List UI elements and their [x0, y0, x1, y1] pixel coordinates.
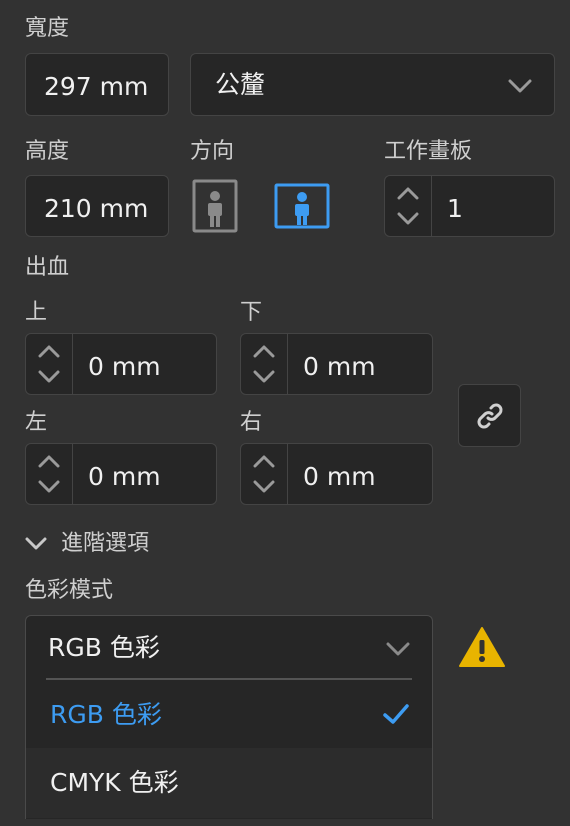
bleed-left-value: 0 mm [88, 462, 161, 491]
bleed-right-stepper[interactable]: 0 mm [240, 443, 433, 505]
landscape-orientation-button[interactable] [274, 183, 330, 229]
advanced-options-label: 進階選項 [61, 531, 150, 556]
color-mode-option-rgb[interactable]: RGB 色彩 [26, 682, 432, 748]
bleed-bottom-value: 0 mm [303, 352, 376, 381]
bleed-right-value: 0 mm [303, 462, 376, 491]
chevron-up-icon[interactable] [38, 454, 60, 468]
chevron-up-icon[interactable] [253, 454, 275, 468]
bleed-label: 出血 [25, 255, 70, 280]
chevron-down-icon[interactable] [253, 480, 275, 494]
height-label: 高度 [25, 139, 70, 164]
size-preset-value: 公釐 [215, 70, 266, 99]
chevron-up-icon[interactable] [38, 344, 60, 358]
dropdown-divider [46, 678, 412, 680]
height-value: 210 mm [44, 194, 149, 223]
orientation-label: 方向 [190, 139, 235, 164]
width-label: 寬度 [25, 16, 70, 41]
width-field[interactable]: 297 mm [25, 53, 169, 116]
size-preset-dropdown[interactable]: 公釐 [190, 53, 555, 116]
color-mode-selected: RGB 色彩 [48, 633, 160, 662]
checkmark-icon [383, 704, 409, 724]
bleed-right-label: 右 [240, 410, 263, 435]
chevron-down-icon[interactable] [38, 370, 60, 384]
landscape-icon [274, 183, 330, 229]
artboards-stepper[interactable]: 1 [384, 175, 555, 237]
bleed-left-stepper-buttons[interactable] [26, 444, 73, 504]
chevron-up-icon[interactable] [253, 344, 275, 358]
bleed-bottom-stepper[interactable]: 0 mm [240, 333, 433, 395]
link-bleed-button[interactable] [458, 384, 521, 447]
portrait-icon [192, 179, 238, 233]
artboards-stepper-buttons[interactable] [385, 176, 432, 236]
width-value: 297 mm [44, 72, 149, 101]
color-mode-option-cmyk[interactable]: CMYK 色彩 [26, 748, 432, 818]
chevron-down-icon[interactable] [38, 480, 60, 494]
bleed-top-label: 上 [25, 300, 48, 325]
advanced-options-toggle[interactable]: 進階選項 [25, 530, 185, 560]
color-mode-dropdown[interactable]: RGB 色彩 RGB 色彩 CMYK 色彩 [25, 615, 433, 819]
height-field[interactable]: 210 mm [25, 175, 169, 237]
chevron-down-icon [386, 642, 410, 656]
bleed-top-stepper[interactable]: 0 mm [25, 333, 217, 395]
color-mode-option-label: RGB 色彩 [50, 700, 162, 729]
chevron-down-icon [508, 79, 532, 93]
chevron-down-icon [25, 537, 47, 550]
bleed-bottom-label: 下 [240, 300, 263, 325]
portrait-orientation-button[interactable] [192, 179, 238, 233]
bleed-left-label: 左 [25, 410, 48, 435]
bleed-top-value: 0 mm [88, 352, 161, 381]
bleed-right-stepper-buttons[interactable] [241, 444, 288, 504]
color-mode-label: 色彩模式 [25, 578, 114, 603]
warning-icon [459, 627, 505, 667]
bleed-bottom-stepper-buttons[interactable] [241, 334, 288, 394]
bleed-left-stepper[interactable]: 0 mm [25, 443, 217, 505]
chevron-up-icon[interactable] [397, 186, 419, 200]
chevron-down-icon[interactable] [253, 370, 275, 384]
chevron-down-icon[interactable] [397, 212, 419, 226]
color-mode-option-label: CMYK 色彩 [50, 768, 179, 797]
link-icon [477, 403, 503, 429]
artboards-value: 1 [447, 194, 463, 223]
artboards-label: 工作畫板 [384, 139, 473, 164]
bleed-top-stepper-buttons[interactable] [26, 334, 73, 394]
